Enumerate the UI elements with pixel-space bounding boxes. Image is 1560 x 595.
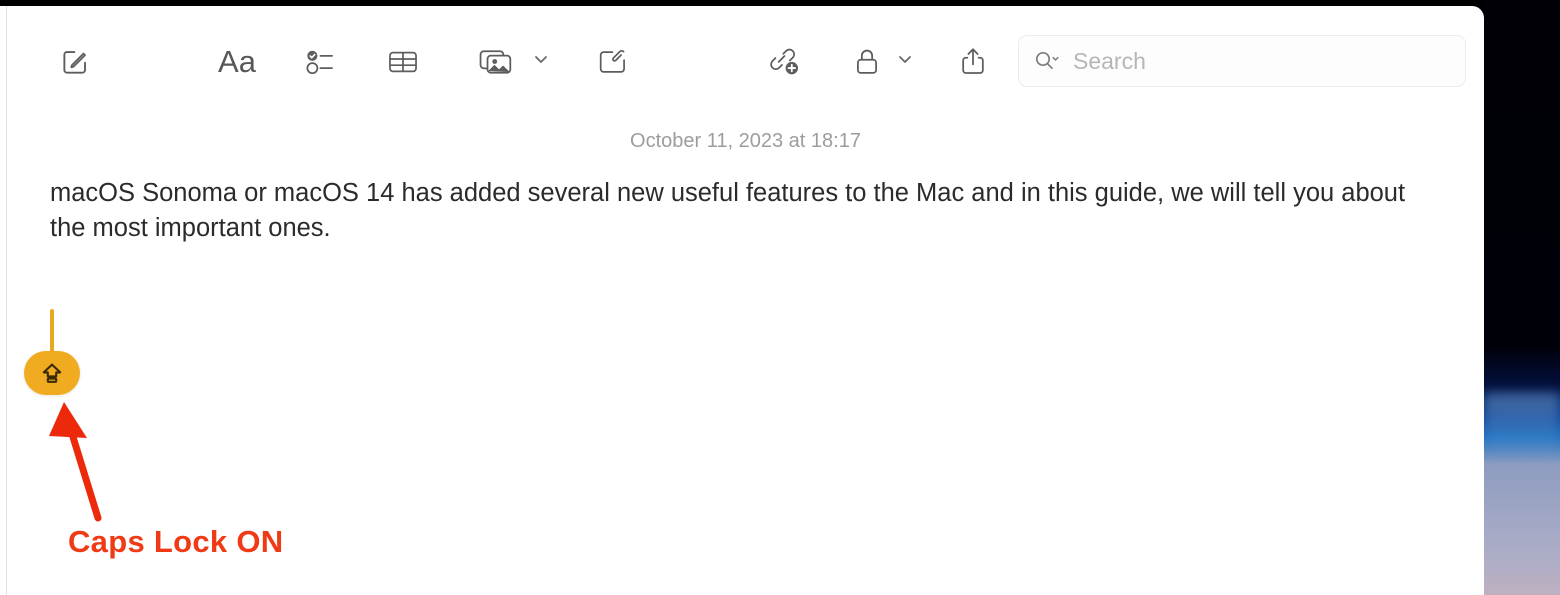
- markup-attachment-button[interactable]: [587, 36, 639, 88]
- checklist-button[interactable]: [295, 36, 347, 88]
- attachment-icon: [597, 46, 629, 78]
- lock-icon: [853, 46, 881, 78]
- lock-dropdown-chevron[interactable]: [892, 48, 918, 74]
- share-icon: [958, 45, 988, 79]
- screen: Aa Search October 11, 2023 at 18:17 macO…: [0, 0, 1560, 595]
- chevron-down-icon: [895, 49, 915, 74]
- media-button[interactable]: [469, 36, 525, 88]
- table-icon: [387, 46, 419, 78]
- search-input[interactable]: Search: [1018, 35, 1466, 87]
- compose-icon: [60, 47, 90, 77]
- lock-note-button[interactable]: [841, 36, 893, 88]
- notes-window: Aa Search October 11, 2023 at 18:17 macO…: [0, 6, 1484, 595]
- desktop-wallpaper: [1484, 0, 1560, 595]
- note-timestamp: October 11, 2023 at 18:17: [630, 130, 861, 152]
- media-dropdown-chevron[interactable]: [528, 48, 554, 74]
- aa-icon: Aa: [218, 44, 256, 79]
- annotation-arrow: [49, 402, 102, 522]
- caps-lock-arrow-icon: [38, 359, 66, 387]
- chevron-down-icon: [531, 49, 551, 74]
- share-button[interactable]: [947, 36, 999, 88]
- notes-toolbar: Aa Search: [7, 6, 1484, 111]
- note-body-text[interactable]: macOS Sonoma or macOS 14 has added sever…: [50, 176, 1440, 246]
- media-icon: [478, 45, 516, 79]
- table-button[interactable]: [377, 36, 429, 88]
- format-text-button[interactable]: Aa: [212, 36, 262, 88]
- link-plus-icon: [768, 46, 802, 78]
- text-cursor-caret: [50, 309, 54, 355]
- search-icon: [1033, 48, 1063, 74]
- annotation-label: Caps Lock ON: [68, 524, 284, 559]
- search-placeholder: Search: [1073, 47, 1146, 74]
- caps-lock-indicator-badge: [24, 351, 80, 395]
- checklist-icon: [305, 46, 337, 78]
- add-people-button[interactable]: [759, 36, 811, 88]
- compose-note-button[interactable]: [49, 36, 101, 88]
